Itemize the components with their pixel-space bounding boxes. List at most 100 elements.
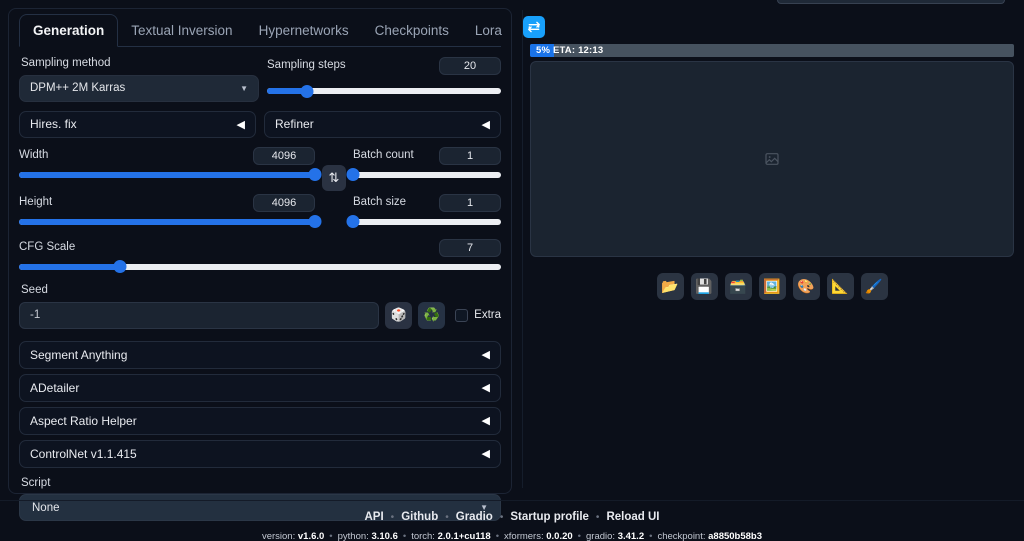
version-item: checkpoint: a8850b58b3 <box>657 531 763 541</box>
sampling-steps-label: Sampling steps <box>267 59 346 72</box>
version-value: 2.0.1+cu118 <box>437 531 491 541</box>
footer-link-api[interactable]: API <box>365 511 384 523</box>
sampling-steps-slider[interactable] <box>267 84 501 98</box>
right-column: 5% ETA: 12:13 📂 💾 🗃️ 🖼️ 🎨 📐 🖌️ <box>520 8 1024 498</box>
width-slider[interactable] <box>19 168 322 182</box>
cfg-group: CFG Scale 7 <box>19 238 501 274</box>
version-item: python: 3.10.6 <box>337 531 398 541</box>
seed-input[interactable]: -1 <box>19 301 380 329</box>
tab-checkpoints[interactable]: Checkpoints <box>362 15 462 47</box>
paintbrush-icon: 🖌️ <box>865 278 883 294</box>
tab-textual-inversion[interactable]: Textual Inversion <box>118 15 245 47</box>
footer-link-gradio[interactable]: Gradio <box>456 511 493 523</box>
refiner-label: Refiner <box>275 117 314 132</box>
extra-checkbox[interactable] <box>455 308 469 322</box>
stable-diffusion-webui: Generation Textual Inversion Hypernetwor… <box>0 0 1024 541</box>
seed-group: Seed -1 🎲 ♻️ Extra <box>19 284 501 329</box>
height-input[interactable]: 4096 <box>253 193 315 212</box>
sampling-steps-group: Sampling steps 20 <box>267 57 501 102</box>
generation-progress-bar: 5% ETA: 12:13 <box>530 44 1014 57</box>
segment-anything-accordion[interactable]: Segment Anything ◀ <box>19 340 501 369</box>
script-label: Script <box>21 476 51 489</box>
tab-hypernetworks[interactable]: Hypernetworks <box>246 15 362 47</box>
hires-fix-accordion[interactable]: Hires. fix ◀ <box>19 110 256 138</box>
cfg-scale-label: CFG Scale <box>19 240 76 253</box>
open-folder-button[interactable]: 📂 <box>656 273 684 300</box>
swap-dimensions-button[interactable]: ⇅ <box>322 164 346 191</box>
main-columns: Generation Textual Inversion Hypernetwor… <box>0 8 1024 522</box>
output-image-gallery[interactable] <box>530 61 1014 257</box>
recycle-icon: ♻️ <box>423 307 440 323</box>
footer-divider <box>0 500 1024 501</box>
top-cutoff-panel <box>777 0 1005 4</box>
save-button[interactable]: 💾 <box>690 273 718 300</box>
tab-bar: Generation Textual Inversion Hypernetwor… <box>19 9 545 47</box>
tab-generation[interactable]: Generation <box>19 13 119 47</box>
framed-picture-icon: 🖼️ <box>763 278 781 294</box>
cfg-scale-slider[interactable] <box>19 260 501 274</box>
collapse-triangle-icon: ◀ <box>481 382 490 395</box>
batch-size-slider[interactable] <box>346 215 501 229</box>
output-tool-buttons: 📂 💾 🗃️ 🖼️ 🎨 📐 🖌️ <box>530 273 1014 300</box>
reuse-seed-button[interactable]: ♻️ <box>418 301 446 329</box>
footer-version-info: version: v1.6.0 • python: 3.10.6 • torch: 2.… <box>0 531 1024 541</box>
version-separator: • <box>577 531 581 541</box>
version-separator: • <box>329 531 333 541</box>
cfg-scale-input[interactable]: 7 <box>439 238 501 257</box>
left-column: Generation Textual Inversion Hypernetwor… <box>0 8 545 522</box>
send-to-extras-button[interactable]: 📐 <box>826 273 854 300</box>
footer-separator: • <box>595 512 600 523</box>
tab-checkpoints-label: Checkpoints <box>374 22 449 38</box>
aspect-ratio-helper-accordion[interactable]: Aspect Ratio Helper ◀ <box>19 406 501 435</box>
footer-link-startup-profile[interactable]: Startup profile <box>510 511 589 523</box>
height-label: Height <box>19 195 53 208</box>
version-item: torch: 2.0.1+cu118 <box>411 531 491 541</box>
hires-fix-label: Hires. fix <box>30 117 77 132</box>
version-value: a8850b58b3 <box>708 531 763 541</box>
tab-generation-label: Generation <box>33 22 105 38</box>
refiner-accordion[interactable]: Refiner ◀ <box>264 110 501 138</box>
extensions-accordion-list: Segment Anything ◀ ADetailer ◀ Aspect Ra… <box>19 340 501 468</box>
tab-lora[interactable]: Lora <box>462 15 515 47</box>
footer-link-reload-ui[interactable]: Reload UI <box>606 511 659 523</box>
collapse-triangle-icon: ◀ <box>481 118 490 131</box>
height-slider[interactable] <box>19 215 322 229</box>
extra-label: Extra <box>474 309 501 322</box>
adetailer-accordion[interactable]: ADetailer ◀ <box>19 373 501 402</box>
random-seed-button[interactable]: 🎲 <box>385 301 413 329</box>
sampling-method-select[interactable]: DPM++ 2M Karras ▼ <box>19 74 259 102</box>
collapse-triangle-icon: ◀ <box>481 349 490 362</box>
sampling-steps-input[interactable]: 20 <box>439 57 501 75</box>
segment-anything-label: Segment Anything <box>30 347 128 362</box>
folder-icon: 📂 <box>661 278 679 294</box>
triangular-ruler-icon: 📐 <box>831 278 849 294</box>
batch-count-slider[interactable] <box>346 168 501 182</box>
progress-status-text: 5% ETA: 12:13 <box>536 45 604 56</box>
dice-icon: 🎲 <box>390 307 407 323</box>
batch-size-label: Batch size <box>353 195 407 208</box>
version-value: v1.6.0 <box>297 531 325 541</box>
batch-count-label: Batch count <box>353 148 414 161</box>
collapse-triangle-icon: ◀ <box>236 118 245 131</box>
chevron-down-icon: ▼ <box>240 83 248 93</box>
swap-arrows-icon: ⇅ <box>328 169 340 185</box>
footer-separator: • <box>445 512 449 523</box>
sampling-row: Sampling method DPM++ 2M Karras ▼ Sampli… <box>19 57 501 102</box>
card-file-box-icon: 🗃️ <box>729 278 747 294</box>
send-to-img2img-button[interactable]: 🖼️ <box>758 273 786 300</box>
save-zip-button[interactable]: 🗃️ <box>724 273 752 300</box>
controlnet-accordion[interactable]: ControlNet v1.1.415 ◀ <box>19 439 501 468</box>
sampling-method-group: Sampling method DPM++ 2M Karras ▼ <box>19 57 259 102</box>
seed-label: Seed <box>21 283 48 296</box>
width-input[interactable]: 4096 <box>253 146 315 165</box>
footer-link-github[interactable]: Github <box>401 511 438 523</box>
send-to-inpaint-button[interactable]: 🎨 <box>792 273 820 300</box>
sampling-method-label: Sampling method <box>21 57 111 69</box>
extra-checkbox-wrap[interactable]: Extra <box>455 308 501 322</box>
controlnet-label: ControlNet v1.1.415 <box>30 446 137 461</box>
batch-size-input[interactable]: 1 <box>439 193 501 212</box>
batch-count-input[interactable]: 1 <box>439 146 501 165</box>
aspect-ratio-helper-label: Aspect Ratio Helper <box>30 413 137 428</box>
send-to-sketch-button[interactable]: 🖌️ <box>860 273 888 300</box>
image-placeholder-icon <box>765 153 779 165</box>
